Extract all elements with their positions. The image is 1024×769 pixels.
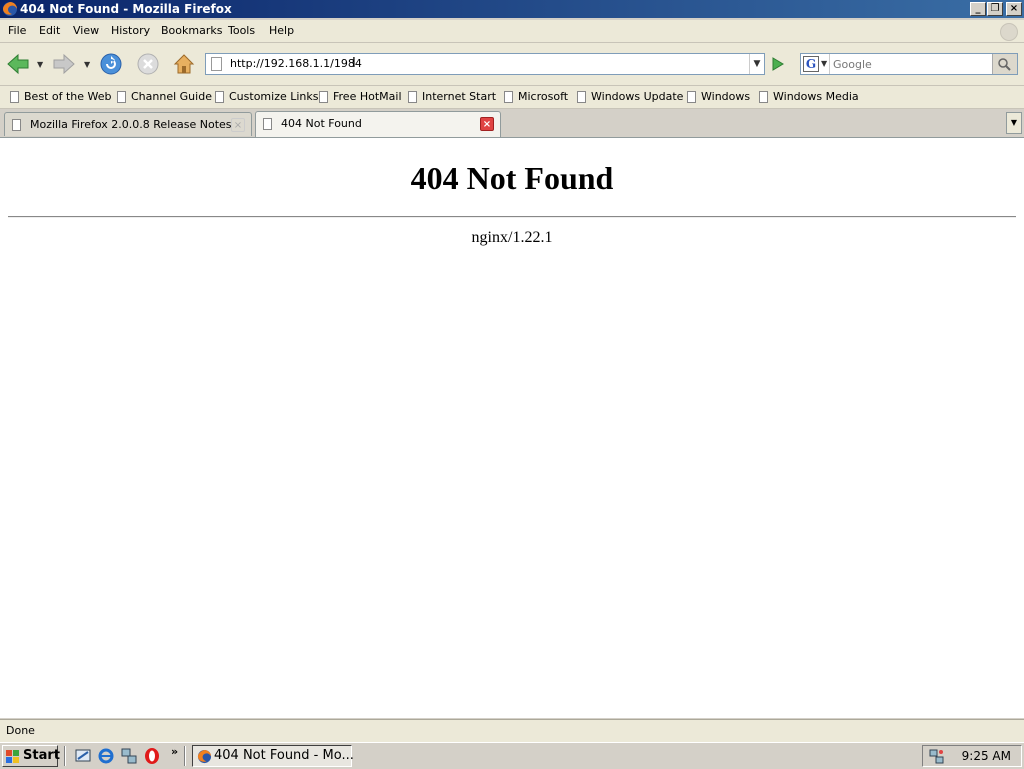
bookmark-page-icon: [504, 90, 513, 103]
server-signature: nginx/1.22.1: [471, 229, 553, 246]
text-cursor-icon: I: [352, 56, 356, 71]
bookmark-label: Customize Links: [229, 90, 319, 103]
tab-page-icon: [263, 118, 272, 130]
tab-page-icon: [12, 119, 21, 131]
search-bar[interactable]: G ▼ Google: [800, 53, 1018, 75]
tab-label: 404 Not Found: [281, 117, 362, 130]
window-title: 404 Not Found - Mozilla Firefox: [20, 2, 232, 16]
bookmark-label: Windows: [701, 90, 751, 103]
start-label: Start: [23, 748, 60, 763]
status-bar: Done: [0, 719, 1024, 742]
menu-file[interactable]: File: [8, 24, 26, 37]
bookmark-free-hotmail[interactable]: Free HotMail: [319, 90, 402, 103]
bookmark-page-icon: [10, 90, 19, 103]
bookmark-windows[interactable]: Windows: [687, 90, 750, 103]
menu-help[interactable]: Help: [269, 24, 294, 37]
tab-strip: Mozilla Firefox 2.0.0.8 Release Notes × …: [0, 109, 1024, 138]
search-divider: [829, 54, 830, 74]
bookmark-page-icon: [577, 90, 586, 103]
menu-bar: File Edit View History Bookmarks Tools H…: [0, 20, 1024, 43]
bookmark-label: Internet Start: [422, 90, 497, 103]
go-button-icon[interactable]: [768, 55, 788, 73]
reload-icon[interactable]: [99, 52, 123, 76]
forward-arrow-icon[interactable]: [52, 52, 76, 76]
menu-bookmarks[interactable]: Bookmarks: [161, 24, 222, 37]
quick-launch-more[interactable]: »: [171, 745, 178, 758]
bookmark-page-icon: [408, 90, 417, 103]
home-icon[interactable]: [172, 52, 196, 76]
tab-close-icon[interactable]: ×: [480, 117, 494, 131]
navigation-toolbar: ▼ ▼ http://192.168.1.1/1984 I ▼ G ▼ Goog…: [0, 43, 1024, 86]
bookmark-page-icon: [117, 90, 126, 103]
page-heading: 404 Not Found: [410, 160, 614, 196]
tab-release-notes[interactable]: Mozilla Firefox 2.0.0.8 Release Notes ×: [4, 112, 252, 136]
list-all-tabs-icon[interactable]: ▼: [1006, 112, 1022, 134]
window-title-bar[interactable]: 404 Not Found - Mozilla Firefox _ ❐ ×: [0, 0, 1024, 18]
tab-label: Mozilla Firefox 2.0.0.8 Release Notes: [30, 118, 232, 131]
network-tray-icon[interactable]: [929, 749, 945, 764]
taskbar: Start » 404 Not Found - Mo... 9:25 AM: [0, 742, 1024, 769]
bookmark-label: Windows Media: [773, 90, 859, 103]
engine-dropdown-icon[interactable]: ▼: [821, 59, 827, 68]
restore-button[interactable]: ❐: [987, 2, 1003, 16]
stop-icon[interactable]: [136, 52, 160, 76]
menu-history[interactable]: History: [111, 24, 150, 37]
close-button[interactable]: ×: [1006, 2, 1022, 16]
page-content: 404 Not Found nginx/1.22.1: [0, 138, 1024, 718]
start-button[interactable]: Start: [2, 745, 60, 767]
bookmark-label: Channel Guide: [131, 90, 212, 103]
page-icon: [211, 57, 222, 71]
taskbar-button-label: 404 Not Found - Mo...: [214, 748, 354, 763]
back-arrow-icon[interactable]: [6, 52, 30, 76]
search-input[interactable]: Google: [833, 58, 872, 71]
google-engine-icon[interactable]: G: [803, 56, 819, 72]
taskbar-separator: [184, 746, 186, 766]
tab-close-icon[interactable]: ×: [231, 118, 245, 132]
menu-tools[interactable]: Tools: [228, 24, 255, 37]
bookmark-page-icon: [319, 90, 328, 103]
bookmark-internet-start[interactable]: Internet Start: [408, 90, 496, 103]
system-tray: 9:25 AM: [922, 745, 1022, 767]
menu-edit[interactable]: Edit: [39, 24, 60, 37]
firefox-icon: [197, 749, 212, 764]
menu-view[interactable]: View: [73, 24, 99, 37]
bookmark-label: Best of the Web: [24, 90, 112, 103]
bookmark-label: Microsoft: [518, 90, 569, 103]
minimize-button[interactable]: _: [970, 2, 986, 16]
bookmark-label: Free HotMail: [333, 90, 402, 103]
divider: [8, 216, 1016, 218]
bookmarks-toolbar: Best of the Web Channel Guide Customize …: [0, 86, 1024, 109]
network-icon[interactable]: [120, 747, 138, 765]
firefox-icon: [3, 2, 17, 16]
forward-history-chevron-icon[interactable]: ▼: [84, 60, 90, 69]
taskbar-separator: [64, 746, 66, 766]
bookmark-label: Windows Update: [591, 90, 684, 103]
bookmark-page-icon: [215, 90, 224, 103]
internet-explorer-icon[interactable]: [97, 747, 115, 765]
bookmark-channel-guide[interactable]: Channel Guide: [117, 90, 212, 103]
bookmark-windows-media[interactable]: Windows Media: [759, 90, 859, 103]
bookmark-best-of-the-web[interactable]: Best of the Web: [10, 90, 111, 103]
opera-icon[interactable]: [143, 747, 161, 765]
bookmark-page-icon: [687, 90, 696, 103]
back-history-chevron-icon[interactable]: ▼: [37, 60, 43, 69]
taskbar-button-firefox[interactable]: 404 Not Found - Mo...: [192, 745, 354, 767]
address-bar[interactable]: http://192.168.1.1/1984 I ▼: [205, 53, 765, 75]
url-text[interactable]: http://192.168.1.1/1984: [230, 57, 362, 70]
bookmark-windows-update[interactable]: Windows Update: [577, 90, 683, 103]
bookmark-page-icon: [759, 90, 768, 103]
bookmark-microsoft[interactable]: Microsoft: [504, 90, 568, 103]
status-text: Done: [6, 724, 35, 737]
show-desktop-icon[interactable]: [74, 747, 92, 765]
clock[interactable]: 9:25 AM: [962, 749, 1011, 763]
bookmark-customize-links[interactable]: Customize Links: [215, 90, 319, 103]
windows-logo-icon: [6, 750, 19, 763]
url-dropdown-icon[interactable]: ▼: [749, 54, 764, 74]
tab-404-not-found[interactable]: 404 Not Found ×: [255, 111, 501, 137]
search-icon[interactable]: [992, 54, 1017, 74]
throbber-icon: [1000, 23, 1018, 41]
